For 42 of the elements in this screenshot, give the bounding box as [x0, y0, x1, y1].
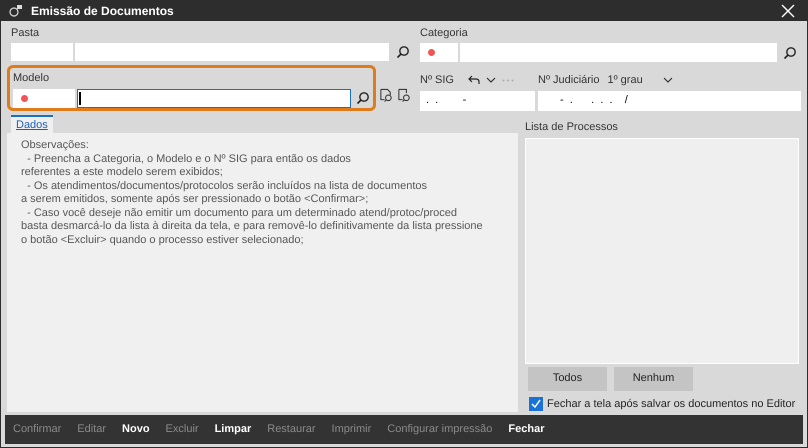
input-field[interactable] — [11, 43, 73, 61]
field-label: Categoria — [420, 26, 469, 40]
note-line: - Preencha a Categoria, o Modelo e o Nº SIG para então os dados — [26, 152, 351, 166]
app-logo-icon — [9, 4, 23, 18]
instance-label: 1º grau — [607, 73, 643, 88]
chevron-down-icon[interactable] — [662, 77, 673, 84]
list-label: Lista de Processos — [525, 120, 619, 135]
note-line: basta desmarcá-lo da lista à direita da tela, e para removê-lo definitivamente da lista pressione — [21, 220, 483, 234]
note-line: referentes a este modelo serem exibidos; — [21, 166, 223, 180]
note-line: Observações: — [21, 139, 89, 152]
search-icon[interactable] — [356, 91, 370, 105]
input-field[interactable] — [420, 43, 458, 62]
list-button[interactable]: Nenhum — [614, 366, 693, 390]
note-line: a serem emitidos, somente após ser pressionado o botão <Confirmar>; — [21, 193, 368, 206]
field-label: Nº Judiciário — [538, 73, 600, 88]
page-search-icon[interactable] — [379, 87, 394, 103]
input-field[interactable] — [75, 43, 389, 61]
undo-icon[interactable] — [468, 75, 480, 86]
chevron-down-icon[interactable] — [486, 77, 496, 84]
checkbox[interactable] — [529, 396, 543, 411]
field-label: Modelo — [13, 71, 50, 86]
toolbar-button[interactable]: Novo — [122, 421, 150, 438]
toolbar-button[interactable]: Limpar — [214, 421, 252, 438]
input-field[interactable]: - . . . . / — [538, 90, 801, 110]
toolbar-button[interactable]: Fechar — [508, 421, 544, 438]
page-search-icon[interactable] — [397, 87, 412, 103]
input-field[interactable]: . . - — [420, 90, 535, 110]
note-line: - Caso você deseje não emitir um documento para um determinado atend/protoc/proced — [26, 206, 457, 220]
input-field[interactable] — [77, 88, 351, 108]
note-line: o botão <Excluir> quando o processo estiver selecionado; — [21, 234, 304, 247]
close-icon[interactable] — [781, 4, 795, 18]
checkbox-label: Fechar a tela após salvar os documentos no Editor — [547, 396, 796, 412]
input-field[interactable] — [13, 88, 75, 108]
search-icon[interactable] — [396, 45, 410, 59]
search-icon[interactable] — [783, 46, 797, 60]
field-label: Pasta — [11, 26, 40, 40]
input-field[interactable] — [460, 43, 777, 62]
field-label: Nº SIG — [420, 73, 454, 88]
list-button[interactable]: Todos — [528, 366, 607, 390]
note-line: - Os atendimentos/documentos/protocolos serão incluídos na lista de documentos — [26, 180, 428, 193]
tab[interactable]: Dados — [11, 115, 53, 133]
window-title: Emissão de Documentos — [31, 2, 175, 20]
